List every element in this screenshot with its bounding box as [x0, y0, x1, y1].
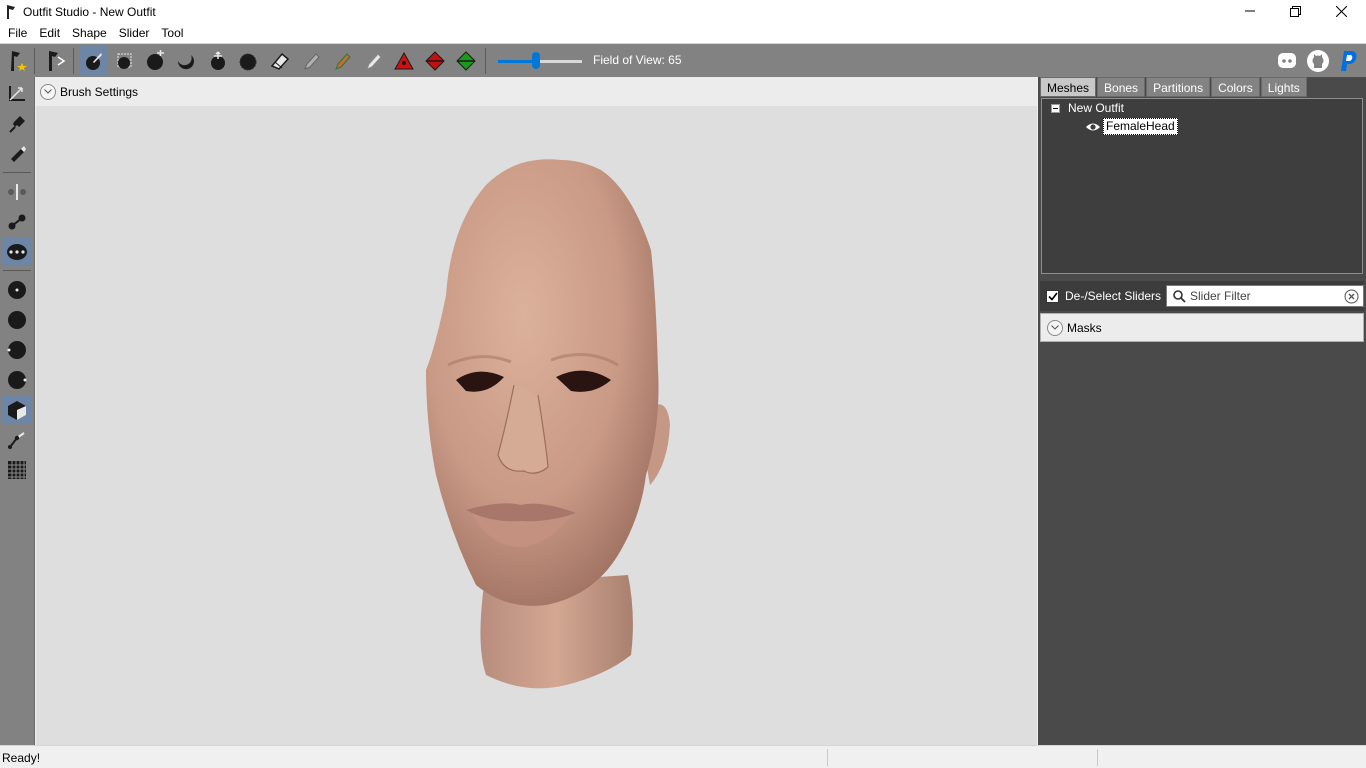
- fov-label: Field of View: 65: [593, 53, 682, 67]
- collapse-vertex-icon[interactable]: [390, 46, 418, 76]
- alpha-brush-icon[interactable]: [359, 46, 387, 76]
- undiff-brush-icon[interactable]: [266, 46, 294, 76]
- transform-icon[interactable]: [2, 79, 32, 107]
- masks-header[interactable]: Masks: [1040, 313, 1364, 342]
- brush-size-medium-icon[interactable]: [2, 306, 32, 334]
- main-toolbar: [0, 43, 1366, 77]
- right-panel: Meshes Bones Partitions Colors Lights Ne…: [1038, 77, 1366, 745]
- panel-tabs: Meshes Bones Partitions Colors Lights: [1040, 77, 1308, 98]
- search-icon: [1173, 289, 1186, 303]
- tab-colors[interactable]: Colors: [1211, 77, 1260, 97]
- new-project-icon[interactable]: [3, 46, 31, 76]
- connected-only-icon[interactable]: [2, 208, 32, 236]
- close-button[interactable]: [1318, 0, 1364, 22]
- tree-item-label: FemaleHead: [1103, 118, 1178, 135]
- discord-icon[interactable]: [1273, 46, 1301, 76]
- menu-shape[interactable]: Shape: [66, 24, 113, 42]
- head-model: [426, 159, 670, 689]
- inflate-brush-icon[interactable]: [141, 46, 169, 76]
- menu-slider[interactable]: Slider: [113, 24, 156, 42]
- brush-strength-icon[interactable]: [2, 366, 32, 394]
- tab-lights[interactable]: Lights: [1260, 77, 1307, 97]
- title-bar: Outfit Studio - New Outfit: [0, 0, 1366, 23]
- menu-tool[interactable]: Tool: [155, 24, 189, 42]
- tab-bones[interactable]: Bones: [1097, 77, 1146, 97]
- eye-icon[interactable]: [1085, 121, 1101, 133]
- brush-settings-label: Brush Settings: [60, 84, 139, 99]
- global-brush-icon[interactable]: [2, 238, 32, 266]
- deselect-sliders-checkbox[interactable]: [1046, 289, 1059, 303]
- masks-label: Masks: [1067, 320, 1102, 335]
- select-brush-icon[interactable]: [79, 46, 107, 76]
- left-toolbar: [0, 77, 35, 745]
- smooth-brush-icon[interactable]: [234, 46, 262, 76]
- minimize-button[interactable]: [1227, 0, 1273, 22]
- chevron-down-icon[interactable]: [40, 83, 56, 100]
- mesh-tree[interactable]: New Outfit FemaleHead: [1041, 98, 1363, 274]
- chevron-down-icon[interactable]: [1047, 319, 1063, 336]
- slider-filter-input[interactable]: [1190, 289, 1340, 303]
- window-title: Outfit Studio - New Outfit: [23, 4, 156, 19]
- tree-root-label: New Outfit: [1068, 101, 1125, 115]
- slider-filter-box[interactable]: [1166, 285, 1364, 307]
- weight-brush-icon[interactable]: [297, 46, 325, 76]
- collapse-icon[interactable]: [1051, 103, 1060, 113]
- tab-meshes[interactable]: Meshes: [1040, 77, 1097, 97]
- show-bones-icon[interactable]: [2, 426, 32, 454]
- flip-edge-icon[interactable]: [421, 46, 449, 76]
- paypal-icon[interactable]: [1335, 46, 1363, 76]
- status-text: Ready!: [2, 751, 41, 765]
- mask-brush-icon[interactable]: [110, 46, 138, 76]
- menu-edit[interactable]: Edit: [33, 24, 66, 42]
- pivot-icon[interactable]: [2, 110, 32, 138]
- 3d-viewport[interactable]: Brush Settings: [36, 77, 1037, 745]
- clear-filter-icon[interactable]: [1344, 289, 1359, 304]
- menu-file[interactable]: File: [2, 24, 33, 42]
- split-edge-icon[interactable]: [452, 46, 480, 76]
- slider-toolbar: De-/Select Sliders: [1040, 281, 1364, 311]
- fov-slider[interactable]: [498, 59, 584, 65]
- restore-button[interactable]: [1272, 0, 1318, 22]
- show-mesh-icon[interactable]: [2, 396, 32, 424]
- deflate-brush-icon[interactable]: [171, 46, 199, 76]
- tree-item-femalehead[interactable]: FemaleHead: [1085, 118, 1178, 135]
- load-reference-icon[interactable]: [41, 46, 69, 76]
- move-brush-icon[interactable]: [203, 46, 231, 76]
- tree-root[interactable]: New Outfit: [1051, 101, 1124, 115]
- brush-size-small-icon[interactable]: [2, 276, 32, 304]
- vertex-edit-icon[interactable]: [2, 139, 32, 167]
- fov-slider-thumb[interactable]: [532, 52, 540, 69]
- wireframe-icon[interactable]: [2, 456, 32, 484]
- menu-bar: File Edit Shape Slider Tool: [0, 23, 1366, 43]
- x-mirror-icon[interactable]: [2, 178, 32, 206]
- github-icon[interactable]: [1304, 46, 1332, 76]
- deselect-sliders-label: De-/Select Sliders: [1065, 289, 1162, 303]
- brush-settings-header[interactable]: Brush Settings: [36, 77, 1037, 106]
- tab-partitions[interactable]: Partitions: [1146, 77, 1211, 97]
- status-bar: Ready!: [0, 745, 1366, 768]
- brush-falloff-icon[interactable]: [2, 336, 32, 364]
- color-brush-icon[interactable]: [328, 46, 356, 76]
- app-logo-icon: [4, 4, 18, 20]
